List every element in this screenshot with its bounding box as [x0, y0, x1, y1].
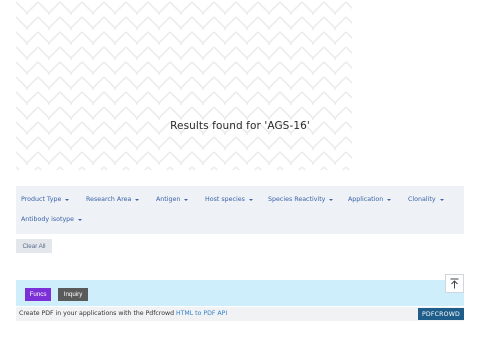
filter-label: Clonality — [408, 196, 436, 203]
filter-antibody-isotype[interactable]: Antibody isotype — [21, 216, 83, 223]
pdfcrowd-text: Create PDF in your applications with the… — [19, 310, 227, 317]
chevron-down-icon — [65, 198, 70, 201]
pdfcrowd-bar: Create PDF in your applications with the… — [16, 307, 464, 321]
filter-host-species[interactable]: Host species — [205, 196, 253, 203]
filter-label: Antibody isotype — [21, 216, 75, 223]
chevron-down-icon — [439, 198, 444, 201]
widget-bar: Funcs Inquiry — [16, 280, 464, 306]
filter-clonality[interactable]: Clonality — [408, 196, 444, 203]
filter-application[interactable]: Application — [348, 196, 392, 203]
results-title: Results found for 'AGS-16' — [170, 120, 310, 132]
filter-bar: Product Type Research Area Antigen Host … — [16, 186, 464, 234]
pdfcrowd-message: Create PDF in your applications with the… — [19, 310, 176, 317]
chevron-down-icon — [329, 198, 334, 201]
filter-label: Species Reactivity — [268, 196, 326, 203]
pdfcrowd-button[interactable]: PDFCROWD — [418, 308, 464, 320]
scroll-to-top-button[interactable] — [445, 274, 464, 293]
filter-label: Research Area — [86, 196, 132, 203]
chevron-down-icon — [184, 198, 189, 201]
hero-background-pattern — [16, 0, 352, 170]
inquiry-button[interactable]: Inquiry — [58, 288, 88, 301]
funcs-button[interactable]: Funcs — [25, 288, 51, 301]
arrow-up-icon — [450, 278, 459, 289]
filter-label: Antigen — [156, 196, 181, 203]
pdfcrowd-link[interactable]: HTML to PDF API — [176, 310, 227, 317]
chevron-down-icon — [135, 198, 140, 201]
chevron-down-icon — [78, 218, 83, 221]
filter-research-area[interactable]: Research Area — [86, 196, 140, 203]
filter-label: Product Type — [21, 196, 62, 203]
chevron-down-icon — [248, 198, 253, 201]
filter-product-type[interactable]: Product Type — [21, 196, 70, 203]
filter-label: Host species — [205, 196, 245, 203]
filter-label: Application — [348, 196, 384, 203]
filter-antigen[interactable]: Antigen — [156, 196, 189, 203]
chevron-down-icon — [387, 198, 392, 201]
filter-species-reactivity[interactable]: Species Reactivity — [268, 196, 334, 203]
clear-all-button[interactable]: Clear All — [16, 239, 52, 253]
